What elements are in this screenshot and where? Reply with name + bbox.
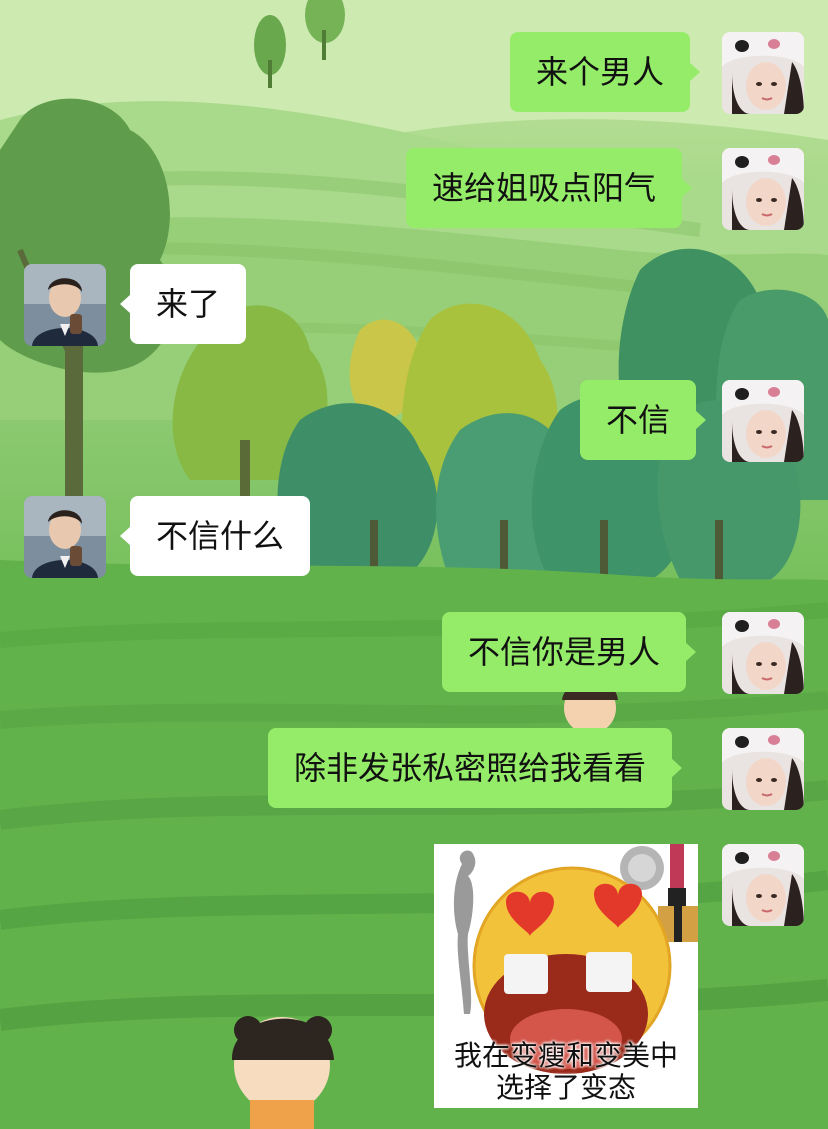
message-text: 速给姐吸点阳气	[432, 169, 657, 207]
sticker-message[interactable]: 我在变瘦和变美中 选择了变态	[434, 844, 698, 1108]
message-text: 来个男人	[536, 53, 665, 91]
self-avatar-icon[interactable]	[722, 380, 804, 462]
message-bubble-outgoing[interactable]: 来个男人	[510, 32, 701, 112]
self-avatar-icon[interactable]	[722, 148, 804, 230]
message-bubble-incoming[interactable]: 不信什么	[119, 496, 311, 576]
message-text: 除非发张私密照给我看看	[294, 749, 647, 787]
message-bubble-outgoing[interactable]: 不信	[580, 380, 707, 460]
contact-avatar-icon[interactable]	[24, 496, 106, 578]
self-avatar-icon[interactable]	[722, 844, 804, 926]
message-bubble-outgoing[interactable]: 不信你是男人	[442, 612, 697, 692]
sticker-caption-line-1: 我在变瘦和变美中	[453, 1039, 678, 1072]
sticker-caption-line-2: 选择了变态	[495, 1071, 636, 1104]
contact-avatar-icon[interactable]	[24, 264, 106, 346]
message-bubble-incoming[interactable]: 来了	[119, 264, 247, 344]
self-avatar-icon[interactable]	[722, 728, 804, 810]
message-text: 不信你是男人	[468, 633, 661, 671]
message-bubble-outgoing[interactable]: 速给姐吸点阳气	[406, 148, 693, 228]
message-text: 不信	[606, 401, 671, 439]
message-text: 来了	[156, 285, 221, 323]
self-avatar-icon[interactable]	[722, 32, 804, 114]
self-avatar-icon[interactable]	[722, 612, 804, 694]
message-bubble-outgoing[interactable]: 除非发张私密照给我看看	[268, 728, 683, 808]
message-text: 不信什么	[156, 517, 285, 555]
